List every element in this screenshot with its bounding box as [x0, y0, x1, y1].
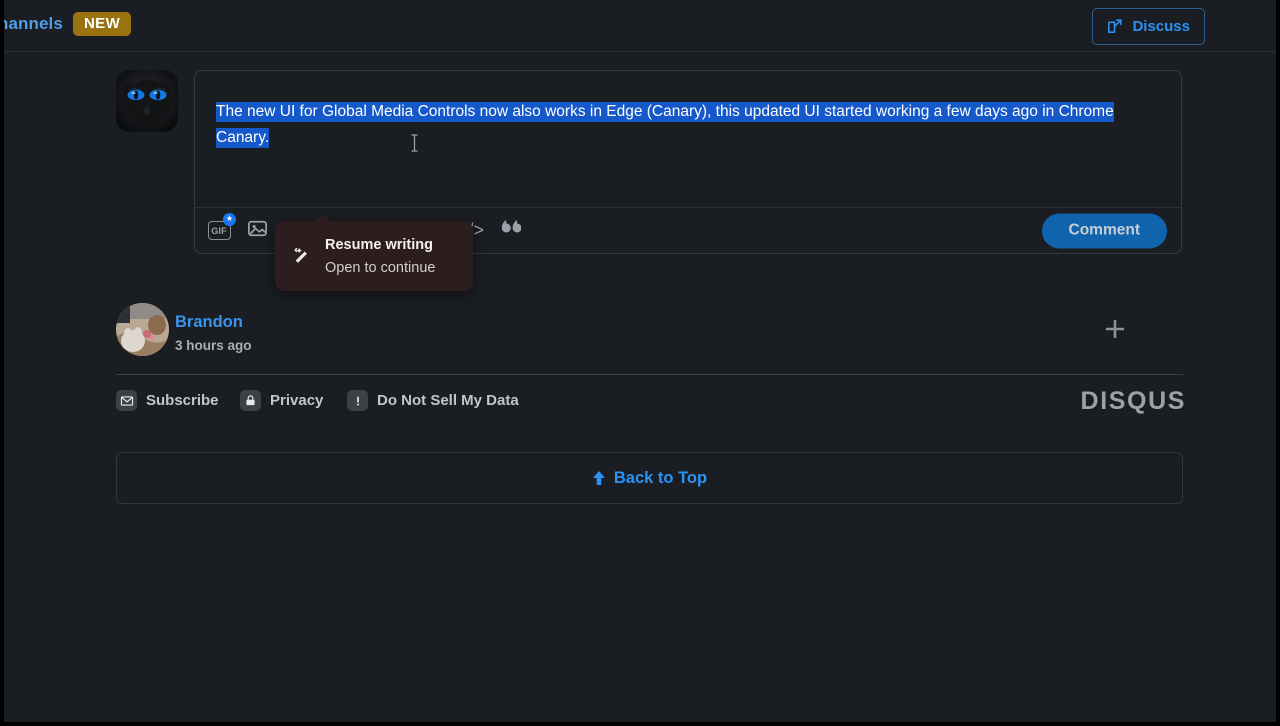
edit-pencil-square-icon: [1106, 18, 1123, 35]
text-cursor: [408, 133, 421, 153]
footer-divider: [116, 374, 1183, 375]
privacy-link[interactable]: Privacy: [240, 390, 323, 411]
disqus-comment-page: hannels NEW Discuss The new UI for Globa…: [4, 0, 1276, 722]
image-upload-button[interactable]: [245, 219, 269, 243]
subscribe-label: Subscribe: [146, 392, 219, 409]
lock-icon: [240, 390, 261, 411]
disqus-logo[interactable]: DISQUS: [1081, 387, 1186, 416]
black-cat-avatar: [116, 70, 178, 132]
avatar[interactable]: [116, 303, 169, 356]
discuss-button-label: Discuss: [1132, 18, 1190, 35]
envelope-icon: [116, 390, 137, 411]
selected-text: The new UI for Global Media Controls now…: [216, 102, 1114, 148]
comment-draft-text[interactable]: The new UI for Global Media Controls now…: [216, 99, 1164, 151]
gif-star-badge: ★: [223, 212, 236, 226]
expand-thread-button[interactable]: [1101, 315, 1129, 343]
exclamation-icon: [347, 390, 368, 411]
do-not-sell-link[interactable]: Do Not Sell My Data: [347, 390, 519, 411]
footer-links: Subscribe Privacy Do Not Sell My Data DI…: [116, 387, 1186, 416]
tooltip-title: Resume writing: [325, 237, 433, 253]
resume-writing-tooltip[interactable]: Resume writing Open to continue: [275, 221, 473, 291]
channels-nav-group: hannels NEW: [4, 12, 132, 36]
comment-author-name[interactable]: Brandon: [175, 313, 243, 332]
privacy-label: Privacy: [270, 392, 324, 409]
magic-wand-pencil-icon: [292, 246, 312, 266]
subscribe-link[interactable]: Subscribe: [116, 390, 219, 411]
quote-icon: [497, 219, 522, 242]
back-to-top-button[interactable]: Back to Top: [116, 452, 1183, 504]
gif-button[interactable]: GIF ★: [207, 212, 236, 243]
page-header: hannels NEW Discuss: [4, 0, 1276, 52]
comment-item: Brandon 3 hours ago: [116, 303, 1182, 365]
channels-link[interactable]: hannels: [4, 14, 63, 34]
tooltip-subtitle: Open to continue: [325, 260, 436, 276]
post-comment-button[interactable]: Comment: [1041, 213, 1167, 248]
arrow-up-icon: [592, 470, 606, 486]
back-to-top-label: Back to Top: [613, 468, 708, 487]
comment-timestamp: 3 hours ago: [175, 338, 252, 353]
discuss-button[interactable]: Discuss: [1092, 8, 1205, 45]
image-icon: [246, 217, 269, 245]
do-not-sell-label: Do Not Sell My Data: [377, 392, 519, 409]
new-badge: NEW: [72, 12, 132, 36]
blockquote-button[interactable]: [497, 219, 522, 243]
